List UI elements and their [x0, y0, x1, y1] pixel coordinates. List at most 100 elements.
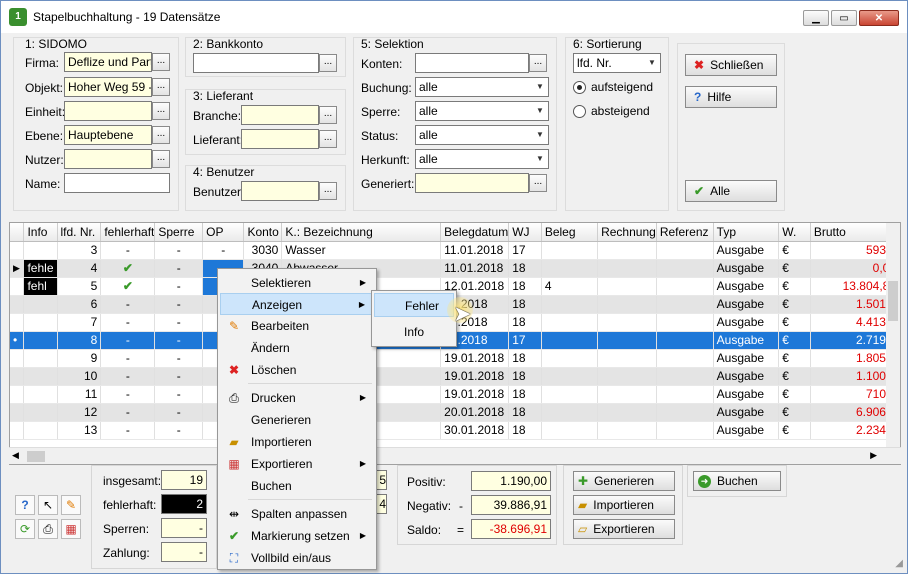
- col-beleg[interactable]: Beleg: [541, 223, 599, 242]
- cell-fehler[interactable]: -: [100, 385, 156, 404]
- einheit-browse-button[interactable]: ...: [152, 102, 170, 120]
- cell-info[interactable]: [23, 331, 58, 350]
- cell-beleg[interactable]: [541, 403, 599, 422]
- cell-sperre[interactable]: -: [154, 403, 204, 422]
- cell-nr[interactable]: 8: [57, 331, 102, 350]
- cell-beleg[interactable]: [541, 259, 599, 278]
- submenu-item-fehler[interactable]: Fehler: [374, 293, 454, 317]
- table-row[interactable]: 11- -19.01.2018 18 Ausgabe €710,0: [10, 385, 900, 404]
- cell-referenz[interactable]: [656, 367, 714, 386]
- table-row[interactable]: 3- - -3030 Wasser 11.01.2018 17 Ausgabe €593,7: [10, 241, 900, 260]
- cell-w[interactable]: €: [778, 277, 811, 296]
- cell-referenz[interactable]: [656, 349, 714, 368]
- cell-referenz[interactable]: [656, 241, 714, 260]
- cell-beleg[interactable]: [541, 313, 599, 332]
- cell-rechnung[interactable]: [597, 277, 657, 296]
- cell-w[interactable]: €: [778, 295, 811, 314]
- cell-datum[interactable]: 11.01.2018: [440, 241, 510, 260]
- nutzer-input[interactable]: [64, 149, 152, 169]
- cell-typ[interactable]: Ausgabe: [713, 331, 780, 350]
- cell-wj[interactable]: 17: [508, 331, 542, 350]
- pencil-icon[interactable]: ✎: [61, 495, 81, 515]
- menu-item-buchen[interactable]: Buchen: [220, 475, 374, 497]
- cell-w[interactable]: €: [778, 241, 811, 260]
- cell-datum[interactable]: 11.01.2018: [440, 259, 510, 278]
- cell-rechnung[interactable]: [597, 259, 657, 278]
- cell-typ[interactable]: Ausgabe: [713, 313, 780, 332]
- cell-sperre[interactable]: -: [154, 421, 204, 440]
- cell-typ[interactable]: Ausgabe: [713, 403, 780, 422]
- cell-w[interactable]: €: [778, 349, 811, 368]
- cell-info[interactable]: [23, 313, 58, 332]
- menu-item-markierung-setzen[interactable]: ✔ Markierung setzen ▶: [220, 525, 374, 547]
- benutzer-input[interactable]: [241, 181, 319, 201]
- table-row[interactable]: ▶fehle4✔-3040Abwasser11.01.201818Ausgabe…: [10, 259, 900, 278]
- cell-bez[interactable]: Wasser: [281, 241, 442, 260]
- check-icon[interactable]: ✔: [100, 277, 156, 296]
- cell-marker[interactable]: [10, 367, 25, 386]
- maximize-button[interactable]: ▭: [831, 10, 857, 26]
- cell-referenz[interactable]: [656, 403, 714, 422]
- check-icon[interactable]: ✔: [100, 259, 156, 278]
- cell-marker[interactable]: [10, 295, 25, 314]
- cell-nr[interactable]: 5: [57, 277, 102, 296]
- cell-beleg[interactable]: 4: [541, 277, 599, 296]
- cell-sperre[interactable]: -: [154, 241, 204, 260]
- col-referenz[interactable]: Referenz: [656, 223, 714, 242]
- cell-marker[interactable]: [10, 385, 25, 404]
- col-belegdatum[interactable]: Belegdatum: [440, 223, 510, 242]
- table-row[interactable]: 12--umlagef.20.01.201818Ausgabe€6.906,4: [10, 403, 900, 422]
- horizontal-scrollbar[interactable]: ◀ ▶: [9, 447, 901, 464]
- branche-input[interactable]: [241, 105, 319, 125]
- alle-button[interactable]: ✔ Alle: [685, 180, 777, 202]
- cell-nr[interactable]: 6: [57, 295, 102, 314]
- lieferant-browse-button[interactable]: ...: [319, 130, 337, 148]
- cell-fehler[interactable]: -: [100, 421, 156, 440]
- cell-referenz[interactable]: [656, 259, 714, 278]
- menu-item-bearbeiten[interactable]: ✎ Bearbeiten: [220, 315, 374, 337]
- absteigend-radio[interactable]: absteigend: [573, 104, 650, 118]
- cell-marker[interactable]: [10, 349, 25, 368]
- benutzer-browse-button[interactable]: ...: [319, 182, 337, 200]
- cell-nr[interactable]: 3: [57, 241, 102, 260]
- cell-typ[interactable]: Ausgabe: [713, 277, 780, 296]
- close-button[interactable]: ✕: [859, 10, 899, 26]
- sperre-select[interactable]: alle ▼: [415, 101, 549, 121]
- cell-wj[interactable]: 17: [508, 241, 542, 260]
- cell-w[interactable]: €: [778, 385, 811, 404]
- cell-datum[interactable]: 19.01.2018: [440, 349, 510, 368]
- objekt-input[interactable]: Hoher Weg 59 -: [64, 77, 152, 97]
- hscroll-thumb[interactable]: [27, 451, 45, 462]
- cell-sperre[interactable]: -: [154, 259, 204, 278]
- generieren-button[interactable]: ✚ Generieren: [573, 471, 675, 491]
- cell-rechnung[interactable]: [597, 421, 657, 440]
- cell-w[interactable]: €: [778, 421, 811, 440]
- cell-datum[interactable]: 19.01.2018: [440, 367, 510, 386]
- objekt-browse-button[interactable]: ...: [152, 78, 170, 96]
- cell-rechnung[interactable]: [597, 295, 657, 314]
- cell-info[interactable]: [23, 421, 58, 440]
- status-select[interactable]: alle ▼: [415, 125, 549, 145]
- cell-nr[interactable]: 12: [57, 403, 102, 422]
- sortierung-select[interactable]: lfd. Nr. ▼: [573, 53, 661, 73]
- cell-datum[interactable]: 30.01.2018: [440, 421, 510, 440]
- cell-rechnung[interactable]: [597, 241, 657, 260]
- cell-referenz[interactable]: [656, 313, 714, 332]
- cell-typ[interactable]: Ausgabe: [713, 385, 780, 404]
- cell-referenz[interactable]: [656, 277, 714, 296]
- cell-info[interactable]: [23, 367, 58, 386]
- cell-info[interactable]: [23, 295, 58, 314]
- firma-input[interactable]: Deflize und Partr: [64, 52, 152, 72]
- cell-wj[interactable]: 18: [508, 367, 542, 386]
- cell-marker[interactable]: [10, 421, 25, 440]
- cell-sperre[interactable]: -: [154, 277, 204, 296]
- menu-item-generieren[interactable]: Generieren: [220, 409, 374, 431]
- cell-w[interactable]: €: [778, 367, 811, 386]
- menu-item-selektieren[interactable]: Selektieren ▶: [220, 272, 374, 294]
- firma-browse-button[interactable]: ...: [152, 53, 170, 71]
- hilfe-button[interactable]: ? Hilfe: [685, 86, 777, 108]
- cell-op[interactable]: -: [202, 241, 245, 260]
- cell-wj[interactable]: 18: [508, 403, 542, 422]
- cell-sperre[interactable]: -: [154, 385, 204, 404]
- col-waehrung[interactable]: W.: [778, 223, 811, 242]
